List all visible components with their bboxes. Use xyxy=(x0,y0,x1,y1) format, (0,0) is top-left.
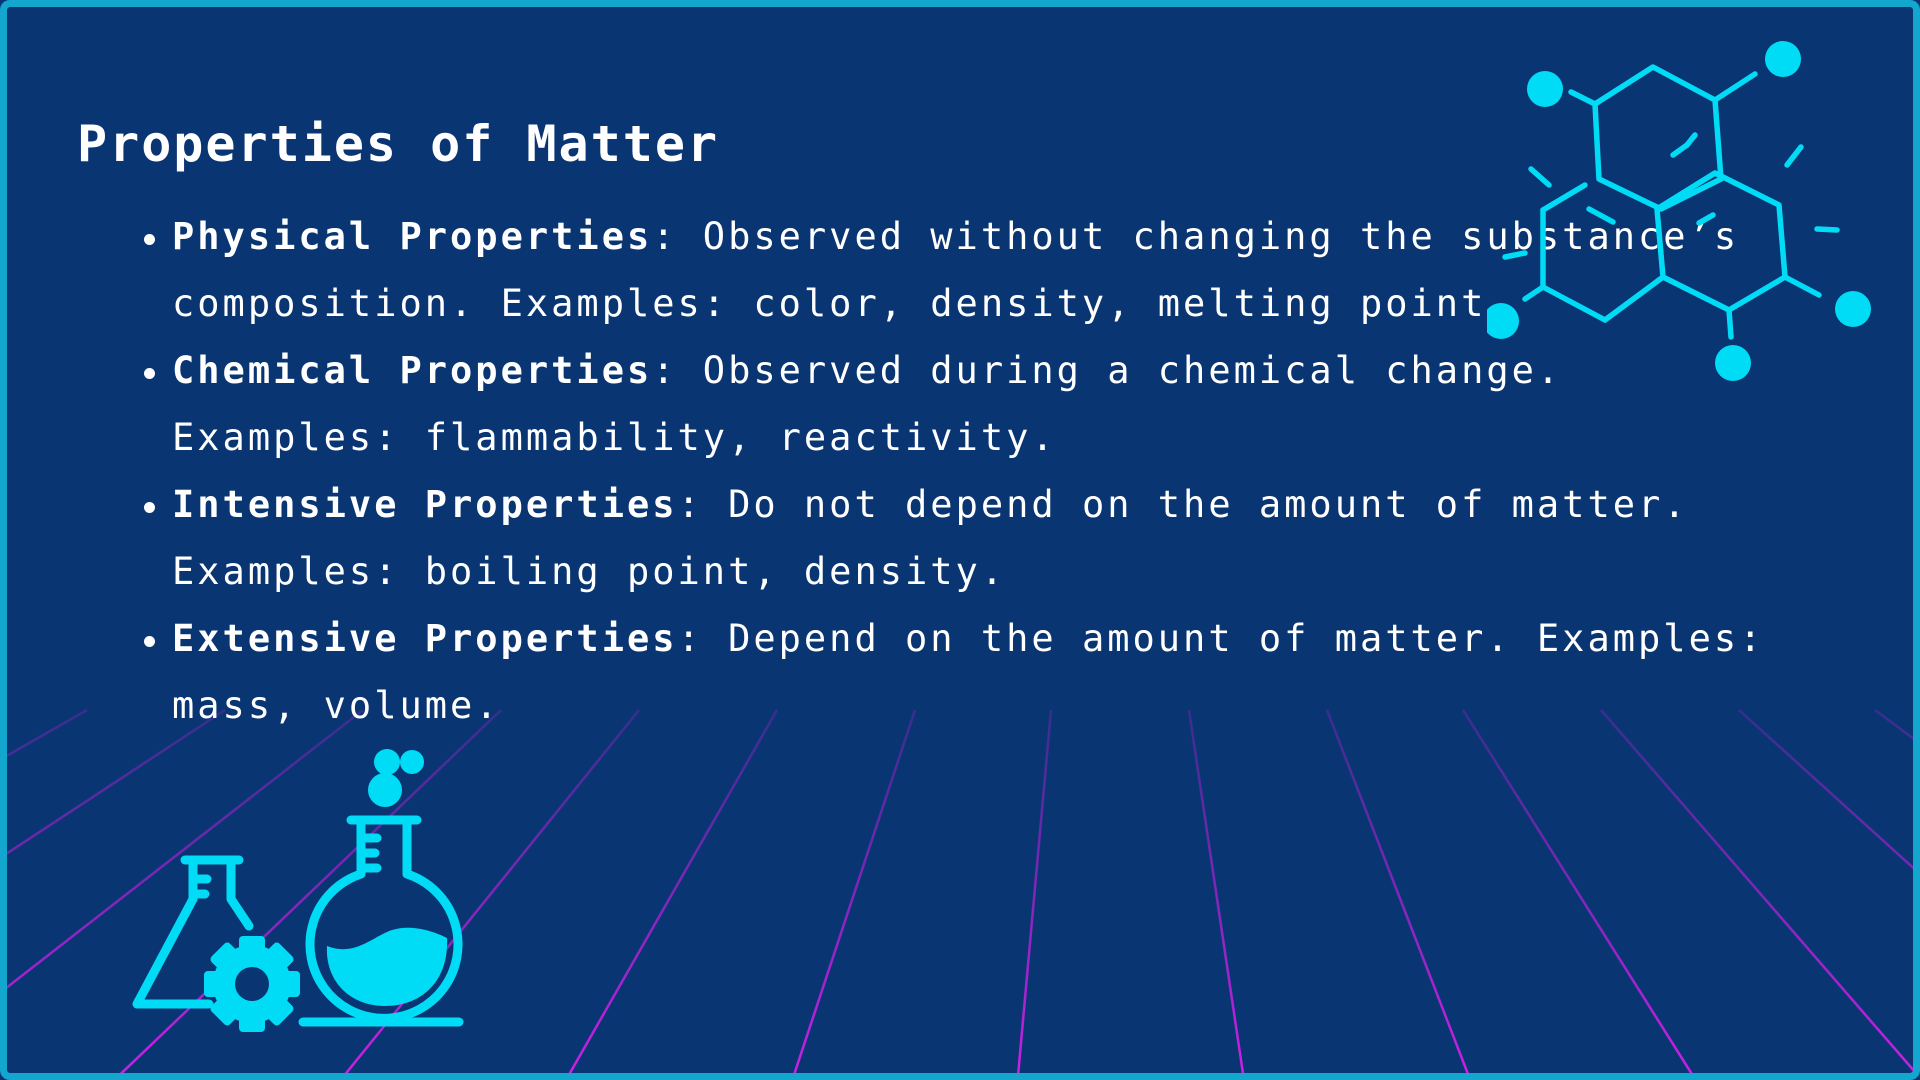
bullet-term: Chemical Properties xyxy=(172,349,653,392)
list-item: Intensive Properties: Do not depend on t… xyxy=(144,471,1792,605)
bullet-term: Extensive Properties xyxy=(172,617,678,660)
flasks-icon-group xyxy=(132,749,464,1032)
molecule-icon xyxy=(1487,41,1871,381)
gear-icon xyxy=(204,936,300,1032)
slide-title: Properties of Matter xyxy=(77,115,720,173)
bullet-term: Intensive Properties xyxy=(172,483,678,526)
list-item: Extensive Properties: Depend on the amou… xyxy=(144,605,1792,739)
slide: Properties of Matter Physical Properties… xyxy=(0,0,1920,1080)
bullet-term: Physical Properties xyxy=(172,215,653,258)
